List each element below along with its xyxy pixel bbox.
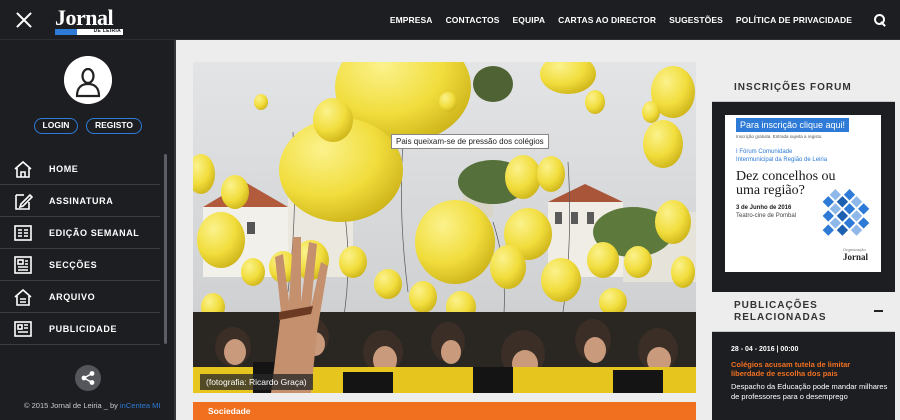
right-column: INSCRIÇÕES FORUM Para inscrição clique a…	[712, 62, 895, 420]
nav-cartas-ao-director[interactable]: CARTAS AO DIRECTOR	[558, 15, 656, 25]
sidebar-item-label: HOME	[49, 163, 79, 174]
sidebar-item-arquivo[interactable]: ARQUIVO	[0, 281, 160, 313]
register-button[interactable]: REGISTO	[86, 118, 142, 134]
collapse-icon[interactable]	[874, 310, 883, 312]
nav-empresa[interactable]: EMPRESA	[390, 15, 433, 25]
category-bar[interactable]: Sociedade	[193, 402, 696, 420]
logo-subtitle: DE LEIRIA	[93, 28, 121, 34]
sidebar-item-label: SECÇÕES	[49, 259, 98, 270]
newspaper-icon	[13, 223, 33, 243]
ad-org-logo: Jornal	[843, 252, 869, 262]
sidebar-menu: HOME ASSINATURA EDIÇÃO SEMANAL SECÇÕES A…	[0, 153, 160, 345]
sidebar-item-label: ASSINATURA	[49, 195, 114, 206]
advertising-icon	[13, 319, 33, 339]
logo-bar: DE LEIRIA	[55, 28, 123, 35]
top-bar: Jornal DE LEIRIA EMPRESA CONTACTOS EQUIP…	[0, 0, 900, 40]
related-widget-header: PUBLICAÇÕES RELACIONADAS	[712, 292, 895, 332]
nav-contactos[interactable]: CONTACTOS	[446, 15, 500, 25]
ad-event-line1: I Fórum Comunidade	[736, 149, 793, 155]
related-item-title[interactable]: Colégios acusam tutela de limitar liberd…	[731, 360, 881, 378]
login-button[interactable]: LOGIN	[34, 118, 78, 134]
forum-ad-banner[interactable]: Para inscrição clique aqui! Inscrição gr…	[725, 115, 881, 272]
copyright: © 2015 Jornal de Leiria _ by inCentea MI	[24, 401, 160, 410]
sidebar-item-home[interactable]: HOME	[0, 153, 160, 185]
auth-buttons: LOGIN REGISTO	[34, 118, 142, 134]
sidebar: LOGIN REGISTO HOME ASSINATURA EDIÇÃO SEM…	[0, 40, 176, 420]
nav-sugestoes[interactable]: SUGESTÕES	[669, 15, 723, 25]
balloons-photo-illustration	[193, 62, 696, 393]
mosaic-graphic	[822, 189, 870, 236]
image-tooltip: Pais queixam-se de pressão dos colégios	[391, 134, 549, 149]
top-navigation: EMPRESA CONTACTOS EQUIPA CARTAS AO DIREC…	[377, 0, 852, 40]
ad-small-print: Inscrição gratuita. Entrada sujeita a re…	[736, 134, 823, 139]
ad-signup-button[interactable]: Para inscrição clique aqui!	[736, 118, 850, 132]
photo-caption: (fotografia: Ricardo Graça)	[200, 374, 313, 390]
article-photo[interactable]	[193, 62, 696, 393]
home-icon	[13, 159, 33, 179]
sidebar-item-label: ARQUIVO	[49, 291, 96, 302]
forum-widget: Para inscrição clique aqui! Inscrição gr…	[712, 102, 895, 292]
related-item-summary: Despacho da Educação pode mandar milhare…	[731, 382, 888, 401]
ad-event-line2: Intermunicipal da Região de Leiria	[736, 157, 828, 163]
category-label: Sociedade	[208, 406, 251, 416]
edit-icon	[13, 191, 34, 211]
sections-icon	[13, 255, 33, 275]
search-icon[interactable]	[874, 14, 886, 26]
archive-icon	[13, 287, 33, 307]
sidebar-item-edicao-semanal[interactable]: EDIÇÃO SEMANAL	[0, 217, 160, 249]
sidebar-item-seccoes[interactable]: SECÇÕES	[0, 249, 160, 281]
related-item-date: 28 - 04 - 2016 | 00:00	[731, 346, 799, 353]
forum-widget-title: INSCRIÇÕES FORUM	[734, 82, 852, 93]
ad-venue: Teatro-cine de Pombal	[736, 213, 797, 219]
nav-politica-de-privacidade[interactable]: POLÍTICA DE PRIVACIDADE	[736, 15, 852, 25]
nav-equipa[interactable]: EQUIPA	[513, 15, 546, 25]
sidebar-item-label: PUBLICIDADE	[49, 323, 118, 334]
related-widget-title: PUBLICAÇÕES RELACIONADAS	[734, 300, 827, 323]
sidebar-item-assinatura[interactable]: ASSINATURA	[0, 185, 160, 217]
sidebar-item-label: EDIÇÃO SEMANAL	[49, 227, 140, 238]
site-logo[interactable]: Jornal DE LEIRIA	[55, 5, 123, 35]
sidebar-scrollbar[interactable]	[164, 154, 167, 344]
ad-date: 3 de Junho de 2016	[736, 205, 792, 211]
related-widget: 28 - 04 - 2016 | 00:00 Colégios acusam t…	[712, 332, 895, 420]
user-avatar[interactable]	[64, 56, 112, 104]
user-icon	[64, 56, 112, 104]
forum-widget-header: INSCRIÇÕES FORUM	[712, 62, 895, 102]
share-icon	[81, 371, 95, 385]
sidebar-item-publicidade[interactable]: PUBLICIDADE	[0, 313, 160, 345]
logo-wordmark: Jornal	[55, 5, 114, 30]
developer-link[interactable]: inCentea MI	[120, 401, 160, 410]
share-button[interactable]	[75, 365, 101, 391]
copyright-text: © 2015 Jornal de Leiria _ by	[24, 401, 121, 410]
close-menu-icon[interactable]	[14, 10, 34, 30]
